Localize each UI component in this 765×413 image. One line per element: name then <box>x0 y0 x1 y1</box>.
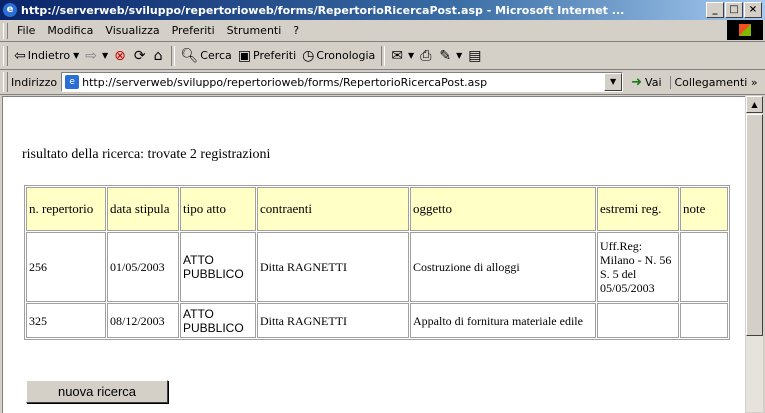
search-label: Cerca <box>200 49 232 62</box>
header-oggetto: oggetto <box>410 187 596 231</box>
cell-tipo-atto: ATTO PUBBLICO <box>180 232 256 302</box>
address-grip <box>3 72 8 92</box>
address-url[interactable]: http://serverweb/sviluppo/repertorioweb/… <box>82 76 604 89</box>
back-arrow-icon: ⇦ <box>14 47 26 64</box>
menu-grip <box>3 22 8 39</box>
cell-n-repertorio: 256 <box>26 232 106 302</box>
table-row: 256 01/05/2003 ATTO PUBBLICO Ditta RAGNE… <box>26 232 728 302</box>
cell-oggetto: Costruzione di alloggi <box>410 232 596 302</box>
address-label: Indirizzo <box>11 75 58 89</box>
header-estremi-reg: estremi reg. <box>597 187 679 231</box>
cell-contraenti: Ditta RAGNETTI <box>257 303 409 338</box>
favorites-button[interactable]: ▣ Preferiti <box>235 44 299 68</box>
mail-icon: ✉ <box>391 47 404 64</box>
home-button[interactable]: ⌂ <box>151 44 168 68</box>
cell-contraenti: Ditta RAGNETTI <box>257 232 409 302</box>
window-title: http://serverweb/sviluppo/repertorioweb/… <box>21 3 625 17</box>
go-label: Vai <box>645 75 662 89</box>
cell-estremi-reg: Uff.Reg: Milano - N. 56 S. 5 del 05/05/2… <box>597 232 679 302</box>
address-input[interactable]: e http://serverweb/sviluppo/repertoriowe… <box>61 72 624 92</box>
menu-strumenti[interactable]: Strumenti <box>221 24 288 37</box>
back-dropdown-icon[interactable]: ▼ <box>73 51 79 60</box>
header-data-stipula: data stipula <box>107 187 179 231</box>
home-icon: ⌂ <box>153 47 163 64</box>
toolbar: ⇦ Indietro ▼ ⇨ ▼ ⊗ ⟳ ⌂ 🔍︎ Cerca ▣ Preferiti ◷… <box>0 42 765 70</box>
new-search-button[interactable]: nuova ricerca <box>26 380 168 403</box>
header-contraenti: contraenti <box>257 187 409 231</box>
history-icon: ◷ <box>302 47 315 64</box>
address-dropdown-icon[interactable]: ▼ <box>604 73 623 91</box>
ie-icon: e <box>3 3 17 17</box>
menu-bar: File Modifica Visualizza Preferiti Strum… <box>0 20 765 42</box>
forward-arrow-icon: ⇨ <box>85 47 97 64</box>
discuss-button[interactable]: ▤ <box>465 44 486 68</box>
forward-dropdown-icon[interactable]: ▼ <box>102 51 108 60</box>
favorites-icon: ▣ <box>237 47 252 64</box>
result-text: risultato della ricerca: trovate 2 regis… <box>22 147 271 162</box>
forward-button[interactable]: ⇨ ▼ <box>82 44 111 68</box>
cell-note <box>680 303 728 338</box>
page-content: risultato della ricerca: trovate 2 regis… <box>2 96 745 413</box>
stop-button[interactable]: ⊗ <box>111 44 131 68</box>
windows-logo-icon <box>727 20 763 40</box>
stop-icon: ⊗ <box>114 47 126 64</box>
cell-tipo-atto: ATTO PUBBLICO <box>180 303 256 338</box>
favorites-label: Preferiti <box>253 49 297 62</box>
search-button[interactable]: 🔍︎ Cerca <box>178 44 235 68</box>
maximize-button[interactable]: □ <box>725 2 743 18</box>
menu-help[interactable]: ? <box>287 24 305 37</box>
page-icon: e <box>65 75 80 89</box>
table-header-row: n. repertorio data stipula tipo atto con… <box>26 187 728 231</box>
go-button[interactable]: ➜ Vai <box>631 75 661 90</box>
header-tipo-atto: tipo atto <box>180 187 256 231</box>
table-row: 325 08/12/2003 ATTO PUBBLICO Ditta RAGNE… <box>26 303 728 338</box>
toolbar-separator <box>381 45 386 66</box>
menu-file[interactable]: File <box>11 24 41 37</box>
close-button[interactable]: × <box>744 2 762 18</box>
header-n-repertorio: n. repertorio <box>26 187 106 231</box>
title-bar: e http://serverweb/sviluppo/repertoriowe… <box>0 0 765 20</box>
vertical-scrollbar[interactable]: ▲ <box>746 96 763 412</box>
results-table: n. repertorio data stipula tipo atto con… <box>24 185 730 340</box>
scroll-thumb[interactable] <box>746 114 763 336</box>
toolbar-grip <box>3 45 8 66</box>
cell-data-stipula: 08/12/2003 <box>107 303 179 338</box>
edit-dropdown-icon[interactable]: ▼ <box>456 51 462 60</box>
history-label: Cronologia <box>316 49 376 62</box>
print-button[interactable]: ⎙ <box>417 44 436 68</box>
discuss-icon: ▤ <box>468 47 482 64</box>
edit-icon: ✎ <box>439 47 452 64</box>
back-label: Indietro <box>27 49 71 62</box>
toolbar-separator <box>170 45 175 66</box>
menu-preferiti[interactable]: Preferiti <box>166 24 221 37</box>
minimize-button[interactable]: _ <box>706 2 724 18</box>
links-button[interactable]: Collegamenti » <box>669 75 758 89</box>
menu-visualizza[interactable]: Visualizza <box>99 24 165 37</box>
address-bar: Indirizzo e http://serverweb/sviluppo/re… <box>0 70 765 95</box>
scroll-up-icon[interactable]: ▲ <box>746 96 763 113</box>
back-button[interactable]: ⇦ Indietro ▼ <box>11 44 82 68</box>
print-icon: ⎙ <box>420 47 432 64</box>
search-icon: 🔍︎ <box>180 47 199 64</box>
cell-note <box>680 232 728 302</box>
refresh-icon: ⟳ <box>133 47 146 64</box>
cell-n-repertorio: 325 <box>26 303 106 338</box>
mail-dropdown-icon[interactable]: ▼ <box>408 51 414 60</box>
go-arrow-icon: ➜ <box>631 74 643 90</box>
cell-data-stipula: 01/05/2003 <box>107 232 179 302</box>
menu-modifica[interactable]: Modifica <box>41 24 99 37</box>
mail-button[interactable]: ✉ ▼ <box>388 44 417 68</box>
cell-oggetto: Appalto di fornitura materiale edile <box>410 303 596 338</box>
refresh-button[interactable]: ⟳ <box>131 44 151 68</box>
cell-estremi-reg <box>597 303 679 338</box>
history-button[interactable]: ◷ Cronologia <box>299 44 378 68</box>
header-note: note <box>680 187 728 231</box>
edit-button[interactable]: ✎ ▼ <box>436 44 465 68</box>
